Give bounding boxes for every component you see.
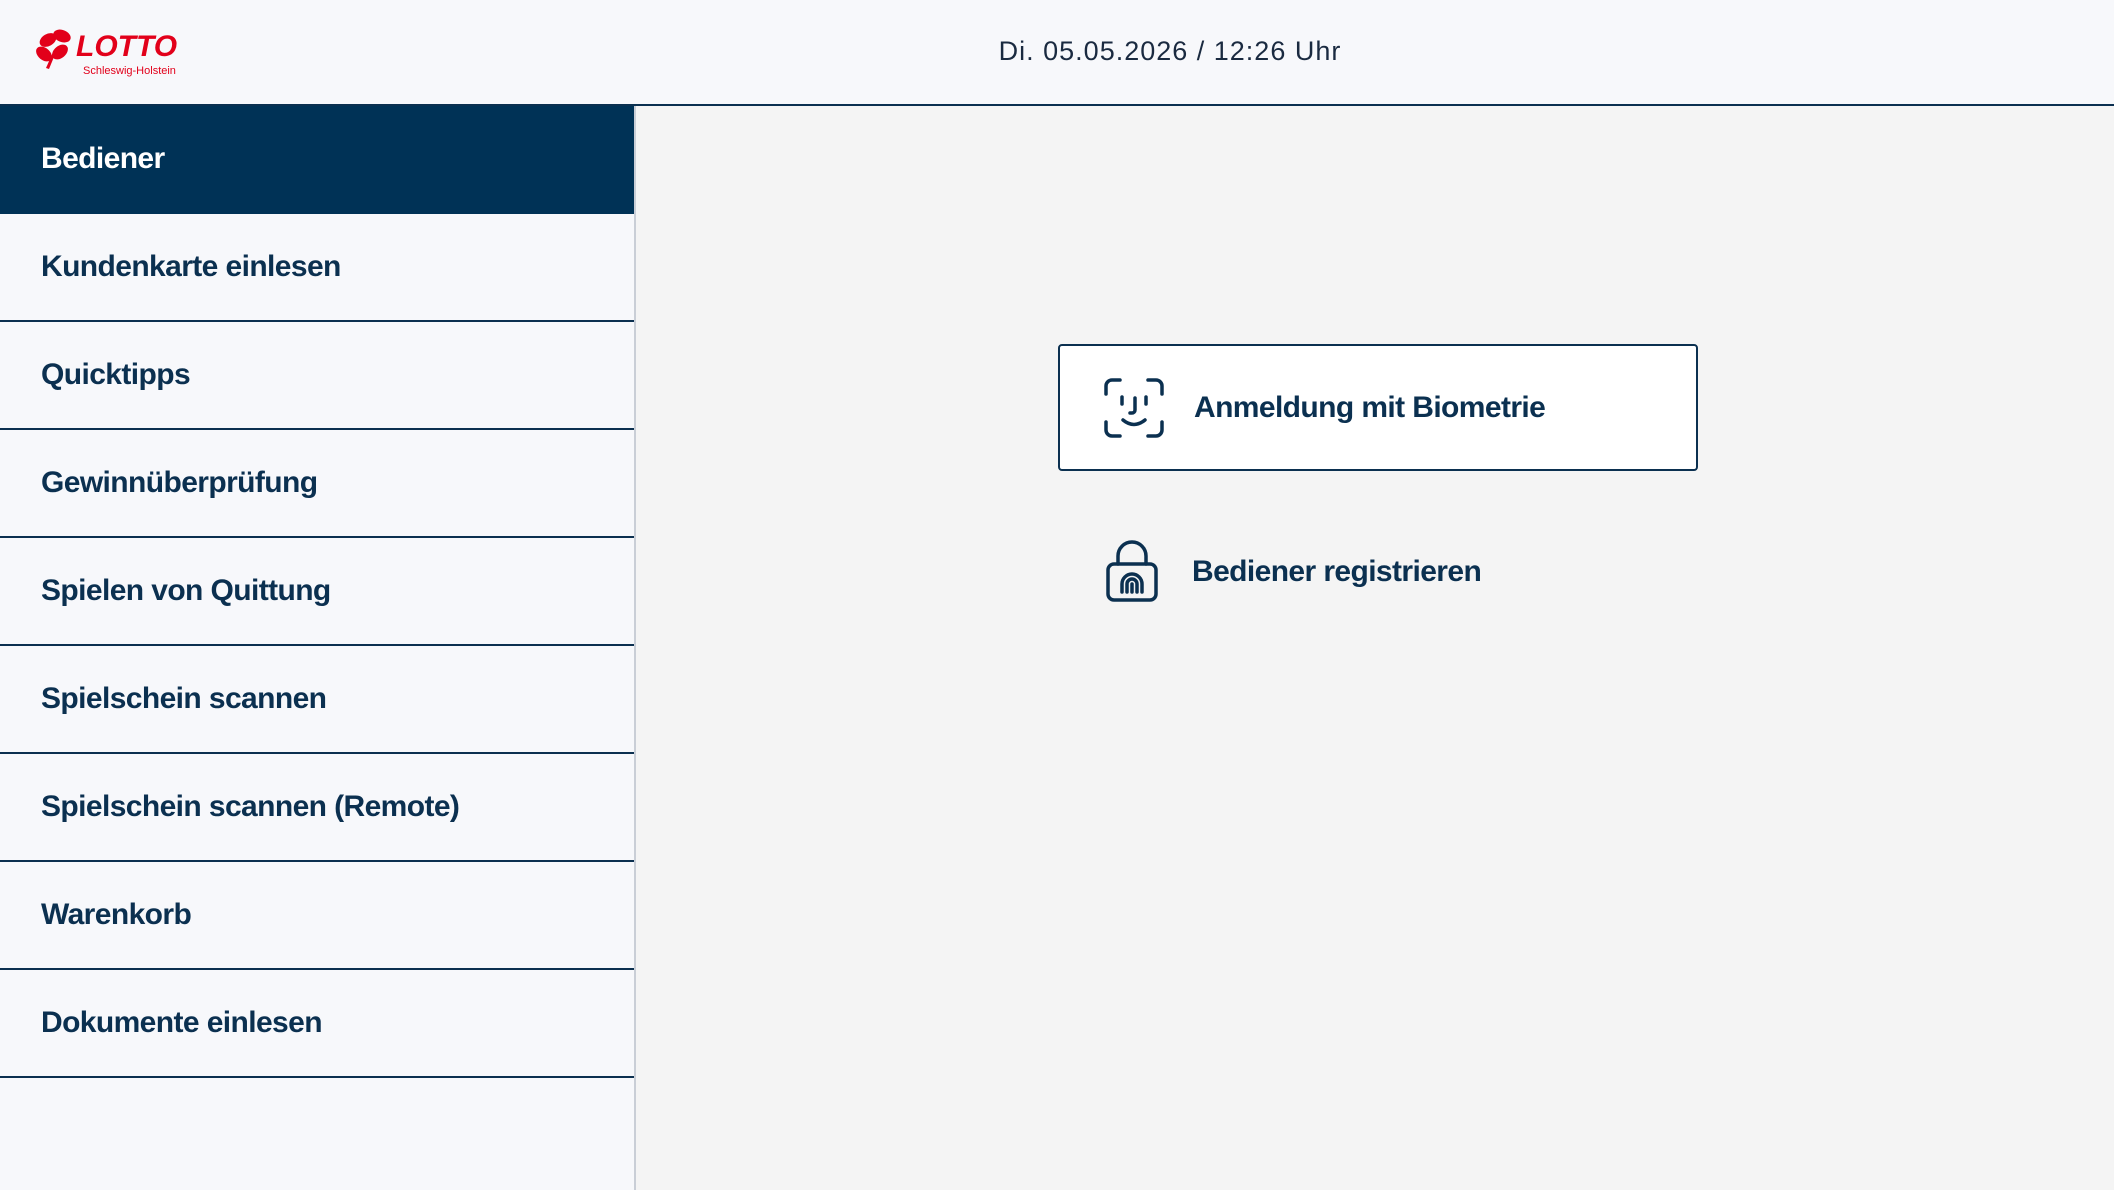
register-operator-label: Bediener registrieren — [1192, 555, 1482, 588]
main-content: Anmeldung mit Biometrie Bediener registr… — [636, 106, 2114, 1190]
datetime-display: Di. 05.05.2026 / 12:26 Uhr — [998, 36, 1342, 66]
sidebar-item-kundenkarte-einlesen[interactable]: Kundenkarte einlesen — [0, 214, 634, 322]
biometric-login-button[interactable]: Anmeldung mit Biometrie — [1058, 344, 1698, 471]
header-bar: LOTTO Schleswig-Holstein Di. 05.05.2026 … — [0, 0, 2114, 106]
sidebar-item-spielschein-scannen-remote[interactable]: Spielschein scannen (Remote) — [0, 754, 634, 862]
sidebar-item-spielschein-scannen[interactable]: Spielschein scannen — [0, 646, 634, 754]
sidebar-item-warenkorb[interactable]: Warenkorb — [0, 862, 634, 970]
sidebar-item-dokumente-einlesen[interactable]: Dokumente einlesen — [0, 970, 634, 1078]
biometric-login-label: Anmeldung mit Biometrie — [1194, 390, 1546, 424]
sidebar-nav: Bediener Kundenkarte einlesen Quicktipps… — [0, 106, 636, 1190]
sidebar-item-gewinnueberpruefung[interactable]: Gewinnüberprüfung — [0, 430, 634, 538]
register-operator-button[interactable]: Bediener registrieren — [1058, 522, 1698, 622]
sidebar-item-spielen-von-quittung[interactable]: Spielen von Quittung — [0, 538, 634, 646]
fingerprint-lock-icon — [1106, 540, 1158, 602]
sidebar-item-bediener[interactable]: Bediener — [0, 106, 634, 214]
sidebar-item-quicktipps[interactable]: Quicktipps — [0, 322, 634, 430]
face-id-icon — [1104, 377, 1164, 438]
